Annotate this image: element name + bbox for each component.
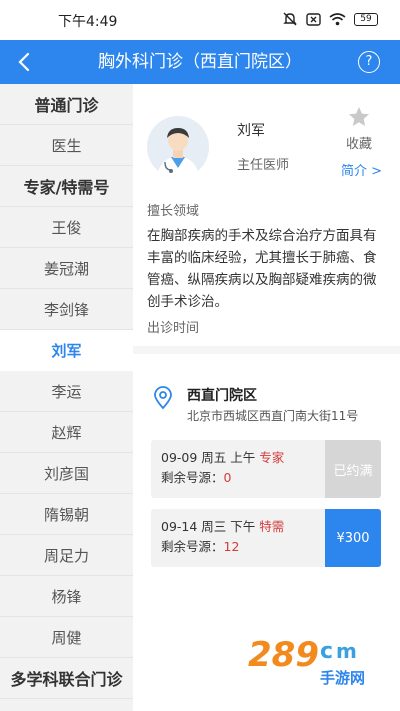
- schedule-slot: 09-09 周五 上午 专家 剩余号源：0 已约满: [151, 440, 381, 498]
- battery-icon: 59: [354, 12, 378, 26]
- status-bar: 下午4:49 59: [0, 0, 400, 40]
- section-divider: [133, 346, 400, 354]
- slot-remaining-label: 剩余号源：: [161, 539, 224, 554]
- favorite-label: 收藏: [345, 137, 372, 152]
- doctor-detail: 刘军 主任医师 收藏 简介 > 擅长领域 在胸部疾病的手术及综合治疗方面具有丰富…: [133, 84, 400, 711]
- branch-address: 北京市西城区西直门南大街11号: [187, 409, 359, 423]
- schedule-slot[interactable]: 09-14 周三 下午 特需 剩余号源：12 ¥300: [151, 509, 381, 567]
- sidebar-item[interactable]: 李剑锋: [0, 289, 133, 330]
- sidebar-item[interactable]: 赵辉: [0, 412, 133, 453]
- wifi-icon: [329, 12, 346, 26]
- slot-info: 09-09 周五 上午 专家 剩余号源：0: [161, 448, 284, 488]
- watermark-logo: 289: [248, 635, 319, 675]
- sidebar-item[interactable]: 刘军: [0, 330, 133, 371]
- sidebar-item[interactable]: 刘彦国: [0, 453, 133, 494]
- sidebar-item[interactable]: 李运: [0, 371, 133, 412]
- department-sidebar: 普通门诊 医生 专家/特需号 王俊 姜冠潮 李剑锋 刘军 李运 赵辉 刘彦国 隋锡朝 周足力 杨锋 周健多…: [0, 84, 133, 711]
- specialty-text: 在胸部疾病的手术及综合治疗方面具有丰富的临床经验，尤其擅长于肺癌、食管癌、纵隔疾…: [147, 228, 377, 310]
- slot-full-button: 已约满: [325, 440, 381, 498]
- intro-link[interactable]: 简介 >: [341, 160, 382, 179]
- mute-icon: [282, 12, 298, 26]
- sidebar-section-header: 专家/特需号: [0, 166, 133, 207]
- site-watermark: 289 c m 手游网: [228, 628, 388, 688]
- title-bar: 胸外科门诊（西直门院区） ?: [0, 40, 400, 84]
- status-icons: 59: [282, 12, 378, 26]
- doctor-name: 刘军: [237, 123, 265, 139]
- sidebar-item[interactable]: 姜冠潮: [0, 248, 133, 289]
- book-price-button[interactable]: ¥300: [325, 509, 381, 567]
- sidebar-item[interactable]: 杨锋: [0, 576, 133, 617]
- close-box-icon: [306, 12, 321, 26]
- sidebar-item[interactable]: 隋锡朝: [0, 494, 133, 535]
- sidebar-item[interactable]: 医生: [0, 125, 133, 166]
- slot-info: 09-14 周三 下午 特需 剩余号源：12: [161, 517, 284, 557]
- slot-kind: 专家: [259, 450, 285, 465]
- location-pin-icon: [153, 386, 173, 414]
- slot-remaining: 0: [223, 470, 232, 485]
- favorite-button[interactable]: 收藏: [339, 106, 379, 152]
- slot-kind: 特需: [259, 519, 285, 534]
- page-title: 胸外科门诊（西直门院区）: [98, 52, 302, 72]
- svg-text:c: c: [320, 639, 333, 664]
- doctor-avatar: [147, 116, 209, 178]
- watermark-site: 手游网: [320, 669, 365, 687]
- doctor-title: 主任医师: [237, 158, 290, 173]
- slot-remaining: 12: [223, 539, 240, 554]
- branch-name: 西直门院区: [187, 388, 257, 404]
- slot-remaining-label: 剩余号源：: [161, 470, 224, 485]
- slot-date: 09-14 周三 下午: [161, 519, 256, 534]
- schedule-label: 出诊时间: [147, 321, 200, 336]
- sidebar-section-header: 多学科联合门诊: [0, 658, 133, 699]
- sidebar-section-header: 普通门诊: [0, 84, 133, 125]
- star-icon: [349, 107, 369, 126]
- svg-text:m: m: [336, 639, 357, 663]
- chevron-left-icon: [18, 52, 30, 72]
- status-time: 下午4:49: [58, 14, 118, 30]
- sidebar-item[interactable]: 王俊: [0, 207, 133, 248]
- help-icon[interactable]: ?: [358, 51, 380, 73]
- sidebar-item[interactable]: 周健: [0, 617, 133, 658]
- back-button[interactable]: [10, 48, 38, 76]
- slot-date: 09-09 周五 上午: [161, 450, 256, 465]
- sidebar-item[interactable]: 周足力: [0, 535, 133, 576]
- specialty-label: 擅长领域: [147, 204, 200, 219]
